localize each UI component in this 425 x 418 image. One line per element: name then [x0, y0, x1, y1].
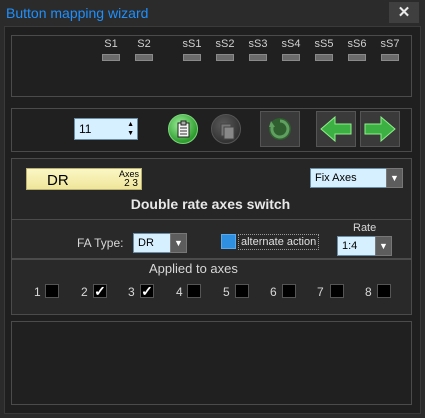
window-title: Button mapping wizard — [6, 5, 149, 21]
axis-checkbox-7[interactable] — [330, 284, 344, 298]
spinner-arrows-icon[interactable]: ▲ ▼ — [127, 120, 134, 138]
copy-button[interactable] — [211, 114, 241, 144]
axis-label-3: 3 — [128, 285, 135, 299]
alternate-action-label[interactable]: alternate action — [238, 234, 320, 250]
chevron-down-icon[interactable]: ▼ — [170, 233, 187, 253]
notes-panel — [11, 321, 412, 405]
function-description: Double rate axes switch — [130, 196, 291, 212]
mode-select[interactable]: Fix Axes ▼ — [310, 168, 403, 188]
index-spinner[interactable]: 11 ▲ ▼ — [74, 118, 138, 140]
switch-indicator-ss1[interactable] — [183, 54, 201, 61]
index-value: 11 — [79, 122, 92, 136]
chevron-down-icon[interactable]: ▼ — [375, 236, 392, 256]
alternate-action-checkbox[interactable] — [221, 234, 236, 249]
fa-type-select[interactable]: DR ▼ — [133, 233, 187, 253]
chevron-down-icon[interactable]: ▼ — [386, 168, 403, 188]
rate-value: 1:4 — [342, 240, 358, 252]
arrow-right-icon — [364, 115, 396, 143]
axis-checkbox-4[interactable] — [187, 284, 201, 298]
switch-label-s1: S1 — [104, 38, 118, 50]
axis-label-1: 1 — [34, 285, 41, 299]
fa-type-value: DR — [138, 237, 154, 249]
back-button[interactable] — [316, 111, 356, 147]
forward-button[interactable] — [360, 111, 400, 147]
axis-checkbox-6[interactable] — [282, 284, 296, 298]
switch-label-s2: S2 — [137, 38, 151, 50]
switch-name: DR — [47, 172, 69, 189]
axis-label-6: 6 — [270, 285, 277, 299]
switch-indicator-ss6[interactable] — [348, 54, 366, 61]
axis-checkbox-8[interactable] — [377, 284, 391, 298]
close-button[interactable]: ✕ — [389, 2, 419, 23]
paste-button[interactable] — [168, 114, 198, 144]
switch-indicator-ss3[interactable] — [249, 54, 267, 61]
axis-label-8: 8 — [365, 285, 372, 299]
rate-label: Rate — [353, 222, 377, 234]
axis-label-7: 7 — [317, 285, 324, 299]
switch-indicator-ss2[interactable] — [216, 54, 234, 61]
switch-name-display: DR Axes 2 3 — [26, 168, 142, 190]
switch-label-ss4: sS4 — [281, 38, 301, 50]
axis-checkbox-1[interactable] — [45, 284, 59, 298]
axis-checkbox-3[interactable]: ✓ — [140, 284, 154, 298]
axis-checkbox-5[interactable] — [235, 284, 249, 298]
refresh-icon — [269, 118, 291, 140]
switch-label-ss2: sS2 — [215, 38, 235, 50]
switch-indicator-s2[interactable] — [135, 54, 153, 61]
axis-label-5: 5 — [223, 285, 230, 299]
mode-select-value: Fix Axes — [315, 172, 357, 184]
rate-select[interactable]: 1:4 ▼ — [337, 236, 392, 256]
refresh-button[interactable] — [260, 111, 300, 147]
axes-value: 2 3 — [124, 178, 138, 189]
switch-indicator-ss5[interactable] — [315, 54, 333, 61]
applied-axes-label: Applied to axes — [149, 261, 238, 276]
axis-label-4: 4 — [176, 285, 183, 299]
switch-label-ss7: sS7 — [380, 38, 400, 50]
switch-label-ss6: sS6 — [347, 38, 367, 50]
switch-indicator-ss7[interactable] — [381, 54, 399, 61]
title-bar: Button mapping wizard ✕ — [0, 0, 425, 26]
switch-indicator-s1[interactable] — [102, 54, 120, 61]
arrow-left-icon — [320, 115, 352, 143]
paste-icon — [177, 120, 190, 138]
axis-checkbox-2[interactable]: ✓ — [93, 284, 107, 298]
switch-label-ss3: sS3 — [248, 38, 268, 50]
copy-icon — [220, 123, 235, 140]
switch-label-ss1: sS1 — [182, 38, 202, 50]
switch-indicator-ss4[interactable] — [282, 54, 300, 61]
switch-label-ss5: sS5 — [314, 38, 334, 50]
fa-type-label: FA Type: — [77, 236, 124, 250]
axis-label-2: 2 — [81, 285, 88, 299]
